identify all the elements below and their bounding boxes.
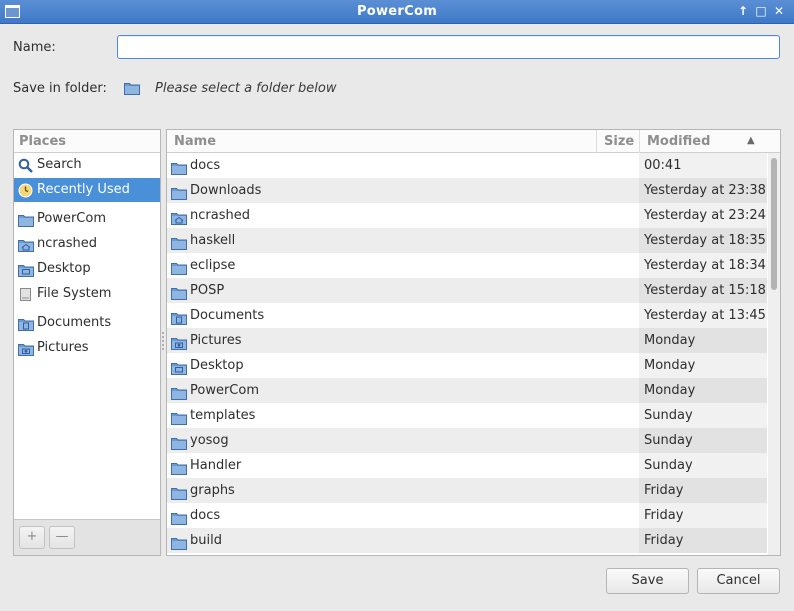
- file-name: build: [190, 533, 222, 548]
- place-documents[interactable]: Documents: [14, 311, 160, 335]
- file-list-header: Name Size Modified ▲: [167, 130, 780, 153]
- place-label: Pictures: [37, 340, 89, 355]
- save-in-label: Save in folder:: [13, 81, 107, 96]
- place-file-system[interactable]: File System: [14, 282, 160, 306]
- column-size-header[interactable]: Size: [596, 130, 639, 153]
- places-panel: Places Search Recently Used PowerCom ncr…: [13, 129, 161, 556]
- name-input[interactable]: [117, 35, 780, 59]
- maximize-up-icon[interactable]: ↑: [735, 3, 751, 20]
- place-pictures[interactable]: Pictures: [14, 336, 160, 360]
- save-button[interactable]: Save: [606, 568, 689, 594]
- file-row[interactable]: Documents Yesterday at 13:45: [167, 303, 767, 328]
- place-label: File System: [37, 286, 112, 301]
- file-name: Documents: [190, 308, 265, 323]
- file-row[interactable]: Desktop Monday: [167, 353, 767, 378]
- file-name: Pictures: [190, 333, 242, 348]
- folder-icon: [18, 212, 34, 227]
- file-name: POSP: [190, 283, 225, 298]
- save-in-hint: Please select a folder below: [155, 81, 337, 96]
- window-title: PowerCom: [356, 4, 438, 19]
- file-row[interactable]: docs Friday: [167, 503, 767, 528]
- file-modified: Friday: [639, 503, 767, 528]
- file-row[interactable]: Downloads Yesterday at 23:38: [167, 178, 767, 203]
- file-row[interactable]: yosog Sunday: [167, 428, 767, 453]
- file-row[interactable]: Pictures Monday: [167, 328, 767, 353]
- file-row[interactable]: Handler Sunday: [167, 453, 767, 478]
- file-name: templates: [190, 408, 256, 423]
- file-modified: Monday: [639, 378, 767, 403]
- file-list: Name Size Modified ▲ docs 00:41 Downloads Y…: [166, 129, 781, 556]
- recent-icon: [18, 183, 33, 198]
- file-modified: Friday: [639, 528, 767, 553]
- sort-ascending-icon: ▲: [747, 135, 755, 146]
- search-icon: [18, 158, 33, 173]
- place-search[interactable]: Search: [14, 153, 160, 177]
- place-label: ncrashed: [37, 236, 97, 251]
- file-name: haskell: [190, 233, 236, 248]
- file-row[interactable]: ncrashed Yesterday at 23:24: [167, 203, 767, 228]
- cancel-button[interactable]: Cancel: [697, 568, 780, 594]
- file-modified: Yesterday at 23:38: [639, 178, 767, 203]
- folder-icon: [124, 81, 140, 99]
- file-name: eclipse: [190, 258, 236, 273]
- close-button[interactable]: ✕: [771, 3, 787, 20]
- file-modified: Yesterday at 18:34: [639, 253, 767, 278]
- file-row[interactable]: haskell Yesterday at 18:35: [167, 228, 767, 253]
- place-label: Desktop: [37, 261, 91, 276]
- file-name: PowerCom: [190, 383, 259, 398]
- file-modified: 00:41: [639, 153, 767, 178]
- place-label: Recently Used: [37, 182, 130, 197]
- places-toolbar: + —: [14, 519, 160, 555]
- file-row[interactable]: docs 00:41: [167, 153, 767, 178]
- file-row[interactable]: graphs Friday: [167, 478, 767, 503]
- place-desktop[interactable]: Desktop: [14, 257, 160, 281]
- file-modified: Yesterday at 13:45: [639, 303, 767, 328]
- desktop-folder-icon: [18, 262, 34, 277]
- place-powercom[interactable]: PowerCom: [14, 207, 160, 231]
- file-modified: Yesterday at 23:24: [639, 203, 767, 228]
- file-modified: Yesterday at 18:35: [639, 228, 767, 253]
- file-name: docs: [190, 508, 221, 523]
- place-label: Search: [37, 157, 82, 172]
- file-modified: Yesterday at 15:18: [639, 278, 767, 303]
- file-name: ncrashed: [190, 208, 250, 223]
- file-row[interactable]: POSP Yesterday at 15:18: [167, 278, 767, 303]
- scrollbar-thumb[interactable]: [771, 158, 777, 290]
- file-name: docs: [190, 158, 221, 173]
- file-name: Handler: [190, 458, 242, 473]
- pane-splitter-handle[interactable]: [161, 330, 165, 356]
- pictures-folder-icon: [18, 341, 34, 356]
- file-modified: Sunday: [639, 403, 767, 428]
- file-row[interactable]: templates Sunday: [167, 403, 767, 428]
- place-label: PowerCom: [37, 211, 106, 226]
- restore-button[interactable]: □: [753, 3, 769, 20]
- file-row[interactable]: PowerCom Monday: [167, 378, 767, 403]
- home-folder-icon: [18, 237, 34, 252]
- file-modified: Sunday: [639, 428, 767, 453]
- title-bar: PowerCom ↑ □ ✕: [0, 0, 794, 24]
- file-row[interactable]: build Friday: [167, 528, 767, 553]
- place-label: Documents: [37, 315, 112, 330]
- file-modified: Monday: [639, 328, 767, 353]
- file-name: graphs: [190, 483, 235, 498]
- file-modified: Monday: [639, 353, 767, 378]
- folder-icon: [171, 534, 187, 555]
- drive-icon: [18, 287, 33, 301]
- add-place-button[interactable]: +: [19, 526, 45, 549]
- places-header: Places: [14, 130, 160, 153]
- vertical-scrollbar[interactable]: [768, 153, 780, 555]
- column-name-header[interactable]: Name: [167, 130, 596, 153]
- place-ncrashed[interactable]: ncrashed: [14, 232, 160, 256]
- file-modified: Sunday: [639, 453, 767, 478]
- file-name: Downloads: [190, 183, 262, 198]
- file-name: yosog: [190, 433, 229, 448]
- remove-place-button[interactable]: —: [49, 526, 75, 549]
- file-row[interactable]: eclipse Yesterday at 18:34: [167, 253, 767, 278]
- place-recently-used[interactable]: Recently Used: [14, 178, 160, 202]
- name-label: Name:: [13, 40, 56, 55]
- file-modified: Friday: [639, 478, 767, 503]
- documents-folder-icon: [18, 316, 34, 331]
- file-name: Desktop: [190, 358, 244, 373]
